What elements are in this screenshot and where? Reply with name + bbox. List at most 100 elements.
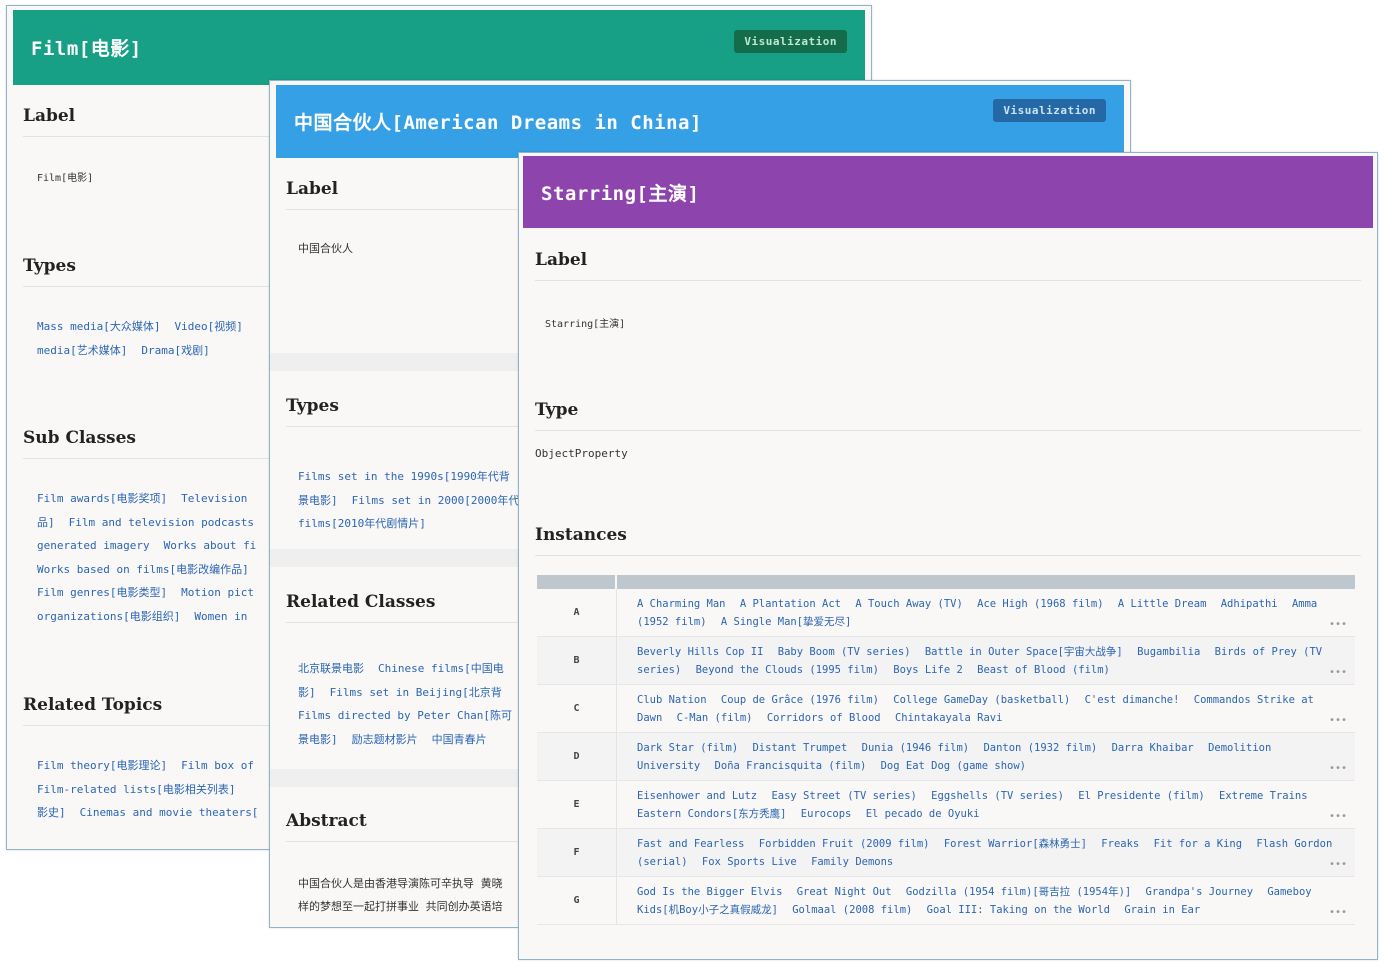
instance-letter: F — [537, 829, 617, 876]
instance-link[interactable]: El pecado de Oyuki — [866, 808, 980, 820]
class-link[interactable]: Films directed by Peter Chan[陈可 — [298, 709, 512, 722]
instance-link[interactable]: Chintakayala Ravi — [895, 712, 1002, 724]
instance-link[interactable]: Beyond the Clouds (1995 film) — [696, 664, 879, 676]
subclass-link[interactable]: Works based on films[电影改编作品] — [37, 563, 249, 576]
class-link[interactable]: 景电影] — [298, 733, 338, 746]
more-icon[interactable]: ••• — [1329, 860, 1347, 870]
instance-link[interactable]: Golmaal (2008 film) — [792, 904, 912, 916]
class-link[interactable]: 中国青春片 — [432, 733, 487, 746]
instance-link[interactable]: Goal III: Taking on the World — [927, 904, 1110, 916]
topic-link[interactable]: Film theory[电影理论] — [37, 759, 167, 772]
type-link[interactable]: Mass media[大众媒体] — [37, 320, 160, 333]
starring-type-value: ObjectProperty — [535, 447, 628, 460]
instance-link[interactable]: Bugambilia — [1137, 646, 1200, 658]
instance-link[interactable]: Adhipathi — [1221, 598, 1278, 610]
type-link[interactable]: 景电影] — [298, 494, 338, 507]
class-link[interactable]: Chinese films[中国电 — [378, 662, 504, 675]
instance-link[interactable]: C'est dimanche! — [1085, 694, 1180, 706]
instance-link[interactable]: Grain in Ear — [1124, 904, 1200, 916]
instance-letter: E — [537, 781, 617, 828]
more-icon[interactable]: ••• — [1329, 764, 1347, 774]
instance-link[interactable]: Club Nation — [637, 694, 707, 706]
film-visualization-button[interactable]: Visualization — [734, 30, 847, 53]
class-link[interactable]: 影] — [298, 686, 316, 699]
instance-link[interactable]: A Touch Away (TV) — [855, 598, 962, 610]
starring-type-section: Type ObjectProperty — [535, 400, 1361, 460]
instance-link[interactable]: Beverly Hills Cop II — [637, 646, 763, 658]
instance-link[interactable]: Great Night Out — [797, 886, 892, 898]
instance-link[interactable]: Darra Khaibar — [1112, 742, 1194, 754]
instance-link[interactable]: Dog Eat Dog (game show) — [881, 760, 1026, 772]
instance-link[interactable]: C-Man (film) — [677, 712, 753, 724]
instance-link[interactable]: Godzilla (1954 film)[哥吉拉 (1954年)] — [906, 886, 1131, 898]
instance-link[interactable]: Coup de Grâce (1976 film) — [721, 694, 879, 706]
type-link[interactable]: films[2010年代剧情片] — [298, 517, 426, 530]
more-icon[interactable]: ••• — [1329, 668, 1347, 678]
instances-table: AA Charming Man A Plantation Act A Touch… — [537, 575, 1355, 925]
instance-link[interactable]: Boys Life 2 — [893, 664, 963, 676]
instance-link[interactable]: Fit for a King — [1154, 838, 1243, 850]
instance-link[interactable]: Fast and Fearless — [637, 838, 744, 850]
topic-link[interactable]: Cinemas and movie theaters[ — [80, 806, 259, 819]
instance-link[interactable]: Eisenhower and Lutz — [637, 790, 757, 802]
instance-link[interactable]: Extreme Trains — [1219, 790, 1308, 802]
instance-link[interactable]: Eurocops — [801, 808, 852, 820]
type-link[interactable]: Video[视频] — [174, 320, 242, 333]
instance-links: Club Nation Coup de Grâce (1976 film) Co… — [617, 685, 1355, 732]
instance-link[interactable]: A Plantation Act — [740, 598, 841, 610]
class-link[interactable]: 励志题材影片 — [352, 733, 418, 746]
more-icon[interactable]: ••• — [1329, 812, 1347, 822]
class-link[interactable]: 北京联景电影 — [298, 662, 364, 675]
instance-link[interactable]: Eggshells (TV series) — [931, 790, 1064, 802]
subclass-link[interactable]: Film awards[电影奖项] — [37, 492, 167, 505]
instance-link[interactable]: Distant Trumpet — [752, 742, 847, 754]
instance-link[interactable]: Battle in Outer Space[宇宙大战争] — [925, 646, 1123, 658]
instance-link[interactable]: A Charming Man — [637, 598, 726, 610]
type-link[interactable]: Films set in 2000[2000年代 — [352, 494, 520, 507]
subclass-link[interactable]: Motion pict — [181, 586, 254, 599]
more-icon[interactable]: ••• — [1329, 620, 1347, 630]
film-card-header: Film[电影] Visualization — [13, 10, 865, 85]
more-icon[interactable]: ••• — [1329, 908, 1347, 918]
class-link[interactable]: Films set in Beijing[北京背 — [330, 686, 502, 699]
instance-link[interactable]: God Is the Bigger Elvis — [637, 886, 782, 898]
more-icon[interactable]: ••• — [1329, 716, 1347, 726]
instance-link[interactable]: Dark Star (film) — [637, 742, 738, 754]
topic-link[interactable]: Film-related lists[电影相关列表] — [37, 783, 235, 796]
subclass-link[interactable]: 品] — [37, 516, 55, 529]
instance-link[interactable]: Ace High (1968 film) — [977, 598, 1103, 610]
instance-link[interactable]: Dunia (1946 film) — [862, 742, 969, 754]
movie-card-title: 中国合伙人[American Dreams in China] — [294, 112, 702, 134]
subclass-link[interactable]: Television — [181, 492, 247, 505]
instance-link[interactable]: Fox Sports Live — [702, 856, 797, 868]
instance-link[interactable]: College GameDay (basketball) — [893, 694, 1070, 706]
instance-link[interactable]: Eastern Condors[东方秃鹰] — [637, 808, 786, 820]
subclass-link[interactable]: Film genres[电影类型] — [37, 586, 167, 599]
type-link[interactable]: Drama[戏剧] — [141, 344, 209, 357]
instance-link[interactable]: Easy Street (TV series) — [771, 790, 916, 802]
subclass-link[interactable]: Works about fi — [164, 539, 257, 552]
instance-link[interactable]: A Single Man[挚爱无尽] — [721, 616, 852, 628]
type-link[interactable]: media[艺术媒体] — [37, 344, 127, 357]
instance-link[interactable]: Danton (1932 film) — [983, 742, 1097, 754]
instance-link[interactable]: Doña Francisquita (film) — [715, 760, 867, 772]
instance-link[interactable]: Baby Boom (TV series) — [778, 646, 911, 658]
movie-visualization-button[interactable]: Visualization — [993, 99, 1106, 122]
topic-link[interactable]: Film box of — [181, 759, 254, 772]
instance-link[interactable]: Forbidden Fruit (2009 film) — [759, 838, 930, 850]
instance-link[interactable]: Freaks — [1101, 838, 1139, 850]
subclass-link[interactable]: Film and television podcasts — [69, 516, 254, 529]
instance-link[interactable]: A Little Dream — [1118, 598, 1207, 610]
subclass-link[interactable]: generated imagery — [37, 539, 150, 552]
starring-label-section: Label Starring[主演] — [535, 250, 1361, 330]
instance-link[interactable]: Family Demons — [811, 856, 893, 868]
instance-link[interactable]: Beast of Blood (film) — [977, 664, 1110, 676]
instance-link[interactable]: Grandpa's Journey — [1146, 886, 1253, 898]
instance-link[interactable]: Forest Warrior[森林勇士] — [944, 838, 1087, 850]
topic-link[interactable]: 影史] — [37, 806, 66, 819]
instance-link[interactable]: Corridors of Blood — [767, 712, 881, 724]
instance-link[interactable]: El Presidente (film) — [1078, 790, 1204, 802]
subclass-link[interactable]: organizations[电影组织] — [37, 610, 180, 623]
type-link[interactable]: Films set in the 1990s[1990年代背 — [298, 470, 510, 483]
subclass-link[interactable]: Women in — [194, 610, 247, 623]
